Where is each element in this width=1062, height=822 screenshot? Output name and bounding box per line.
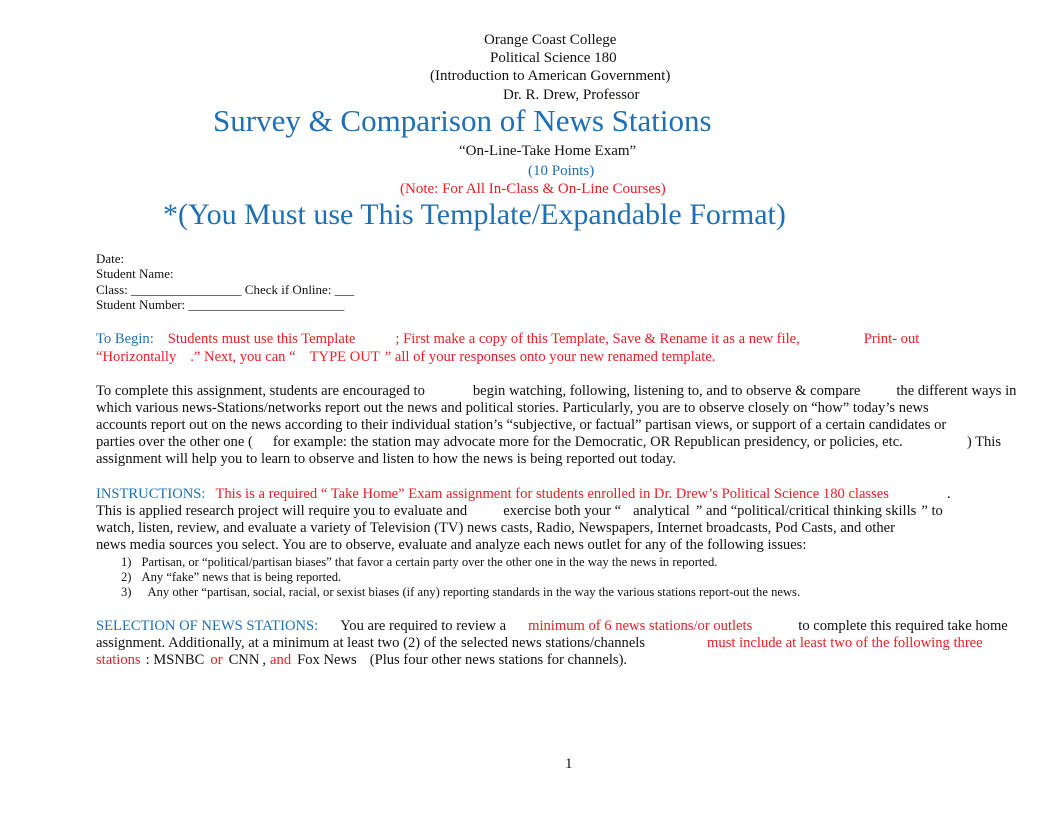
or-word: or: [210, 652, 223, 668]
instructions-text-a: This is applied research project will re…: [96, 503, 468, 519]
points-label: (10 Points): [528, 163, 595, 179]
issue-text: Partisan, or “political/partisan biases”…: [141, 555, 718, 569]
issue-number: 1): [121, 555, 132, 569]
to-begin-line-1: To Begin: Students must use this Template…: [96, 331, 919, 348]
selection-line-1: SELECTION OF NEWS STATIONS: You are requi…: [96, 618, 1008, 635]
comma: ,: [262, 652, 267, 668]
course-subtitle: (Introduction to American Government): [430, 68, 671, 84]
issue-number: 3): [121, 585, 132, 599]
selection-line-3: stations: MSNBC or CNN, and Fox News (Plus fo…: [96, 652, 627, 669]
course-name: Political Science 180: [490, 50, 617, 66]
selection-text-b: to complete this required take home: [798, 618, 1008, 634]
college-name: Orange Coast College: [484, 32, 617, 48]
selection-label: SELECTION OF NEWS STATIONS:: [96, 618, 319, 634]
intro-text-b: begin watching, following, listening to,…: [472, 383, 861, 399]
to-begin-line-2: “Horizontally .” Next, you can “ TYPE OUT”…: [96, 349, 715, 366]
issue-item: 1) Partisan, or “political/partisan biase…: [121, 555, 717, 570]
station-fox-news: Fox News: [297, 652, 357, 668]
intro-text-e: ) This: [966, 434, 1002, 450]
intro-text-c: the different ways in: [896, 383, 1017, 399]
student-number-field: Student Number: ________________________: [96, 297, 345, 312]
selection-minimum-note: minimum of 6 news stations/or outlets: [528, 618, 753, 634]
instructions-line-2: This is applied research project will re…: [96, 503, 943, 520]
instructions-line-1: INSTRUCTIONS: This is a required “ Take H…: [96, 486, 951, 503]
issue-text: Any “fake” news that is being reported.: [141, 570, 342, 584]
issue-number: 2): [121, 570, 132, 584]
instructions-analytical: analytical: [633, 503, 690, 519]
instructions-required-note: This is a required “ Take Home” Exam ass…: [215, 486, 889, 502]
intro-text-a: To complete this assignment, students ar…: [96, 383, 425, 399]
selection-text-c: assignment. Additionally, at a minimum a…: [96, 635, 646, 651]
station-msnbc: : MSNBC: [145, 652, 205, 668]
exam-type: “On-Line-Take Home Exam”: [459, 143, 637, 159]
intro-line-5: assignment will help you to learn to obs…: [96, 451, 676, 467]
intro-line-1: To complete this assignment, students ar…: [96, 383, 1016, 400]
intro-line-3: accounts report out on the news accordin…: [96, 417, 947, 433]
template-notice: *(You Must use This Template/Expandable …: [163, 198, 786, 231]
page-number: 1: [565, 756, 573, 772]
selection-text-a: You are required to review a: [340, 618, 507, 634]
issue-text: Any other “partisan, social, racial, or …: [147, 585, 801, 599]
instructions-line-4: news media sources you select. You are t…: [96, 537, 807, 553]
instructions-text-b: exercise both your “: [503, 503, 622, 519]
date-field: Date:: [96, 251, 125, 266]
professor-name: Dr. R. Drew, Professor: [503, 87, 640, 103]
instructions-text-d: ” and “political/critical thinking skill…: [695, 503, 917, 519]
instructions-text-e: ” to: [921, 503, 943, 519]
instructions-line-3: watch, listen, review, and evaluate a va…: [96, 520, 895, 536]
selection-must-include-note: must include at least two of the followi…: [707, 635, 983, 651]
next-text: .” Next, you can “: [190, 349, 296, 365]
station-cnn: CNN: [228, 652, 260, 668]
intro-text-d: parties over the other one (: [96, 434, 253, 450]
type-out-text: TYPE OUT: [309, 349, 380, 365]
responses-text: ” all of your responses onto your new re…: [384, 349, 716, 365]
to-begin-label: To Begin:: [96, 331, 154, 347]
instructions-period: .: [946, 486, 951, 502]
selection-line-2: assignment. Additionally, at a minimum a…: [96, 635, 983, 652]
to-begin-copy-note: ; First make a copy of this Template, Sa…: [395, 331, 800, 347]
to-begin-print-out: Print- out: [863, 331, 920, 347]
intro-line-4: parties over the other one ( for example:…: [96, 434, 1001, 451]
intro-line-2: which various news-Stations/networks rep…: [96, 400, 929, 416]
horizontally-text: “Horizontally: [96, 349, 177, 365]
course-note: (Note: For All In-Class & On-Line Course…: [400, 181, 666, 197]
issue-item: 3) Any other “partisan, social, racial, o…: [121, 585, 800, 600]
instructions-label: INSTRUCTIONS:: [96, 486, 206, 502]
intro-example: for example: the station may advocate mo…: [272, 434, 903, 450]
to-begin-template-note: Students must use this Template: [167, 331, 356, 347]
stations-word: stations: [96, 652, 141, 668]
document-title: Survey & Comparison of News Stations: [213, 103, 712, 138]
student-name-field: Student Name:: [96, 266, 174, 281]
and-word: and: [270, 652, 292, 668]
selection-plus-four: (Plus four other news stations for chann…: [369, 652, 628, 668]
class-field: Class: _________________ Check if Online…: [96, 282, 355, 297]
issue-item: 2) Any “fake” news that is being reported…: [121, 570, 341, 585]
